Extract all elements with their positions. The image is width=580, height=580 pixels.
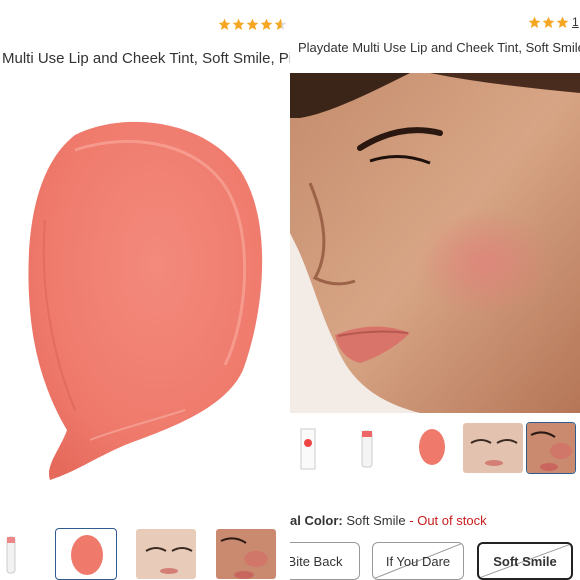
product-title: Playdate Multi Use Lip and Cheek Tint, S… [298, 40, 580, 55]
shade-button-label: Bite Back [290, 553, 343, 569]
star-half-icon [274, 18, 287, 30]
thumbnail-model-cheek[interactable] [215, 528, 277, 580]
shade-button-if-you-dare[interactable]: If You Dare [372, 542, 464, 580]
product-title: Multi Use Lip and Cheek Tint, Soft Smile… [2, 50, 290, 67]
rating-stars[interactable]: 1 [528, 15, 579, 29]
star-icon [218, 18, 231, 30]
shade-button-label: If You Dare [385, 553, 451, 569]
swatch-image [28, 121, 263, 481]
thumbnail-model-face[interactable] [135, 528, 197, 580]
rating-count[interactable]: 1 [572, 15, 579, 29]
star-icon [542, 16, 555, 28]
shade-button-bite-back[interactable]: Bite Back [290, 542, 360, 580]
color-label: al Color: [290, 513, 343, 528]
thumbnail-product-stick[interactable] [335, 422, 397, 474]
thumbnail-product-box[interactable] [290, 422, 322, 474]
thumbnail-product-stick[interactable] [0, 528, 22, 580]
model-face-image [290, 73, 580, 413]
star-icon [246, 18, 259, 30]
shade-button-soft-smile[interactable]: Soft Smile [477, 542, 573, 580]
stock-status: Out of stock [417, 513, 487, 528]
thumbnail-model-face[interactable] [462, 422, 524, 474]
star-icon [528, 16, 541, 28]
right-screenshot-panel: 1 Playdate Multi Use Lip and Cheek Tint,… [290, 0, 580, 580]
thumbnail-swatch[interactable] [55, 528, 117, 580]
stock-separator: - [409, 513, 414, 528]
thumbnail-swatch[interactable] [400, 422, 462, 474]
shade-button-label: Soft Smile [493, 553, 557, 569]
left-screenshot-panel: 1 Multi Use Lip and Cheek Tint, Soft Smi… [0, 0, 290, 580]
star-icon [260, 18, 273, 30]
star-icon [232, 18, 245, 30]
star-icon [556, 16, 569, 28]
thumbnail-model-cheek[interactable] [526, 422, 576, 474]
color-value: Soft Smile [346, 513, 406, 528]
color-selection-row: al Color: Soft Smile - Out of stock [290, 513, 487, 528]
rating-stars[interactable]: 1 [218, 17, 290, 31]
